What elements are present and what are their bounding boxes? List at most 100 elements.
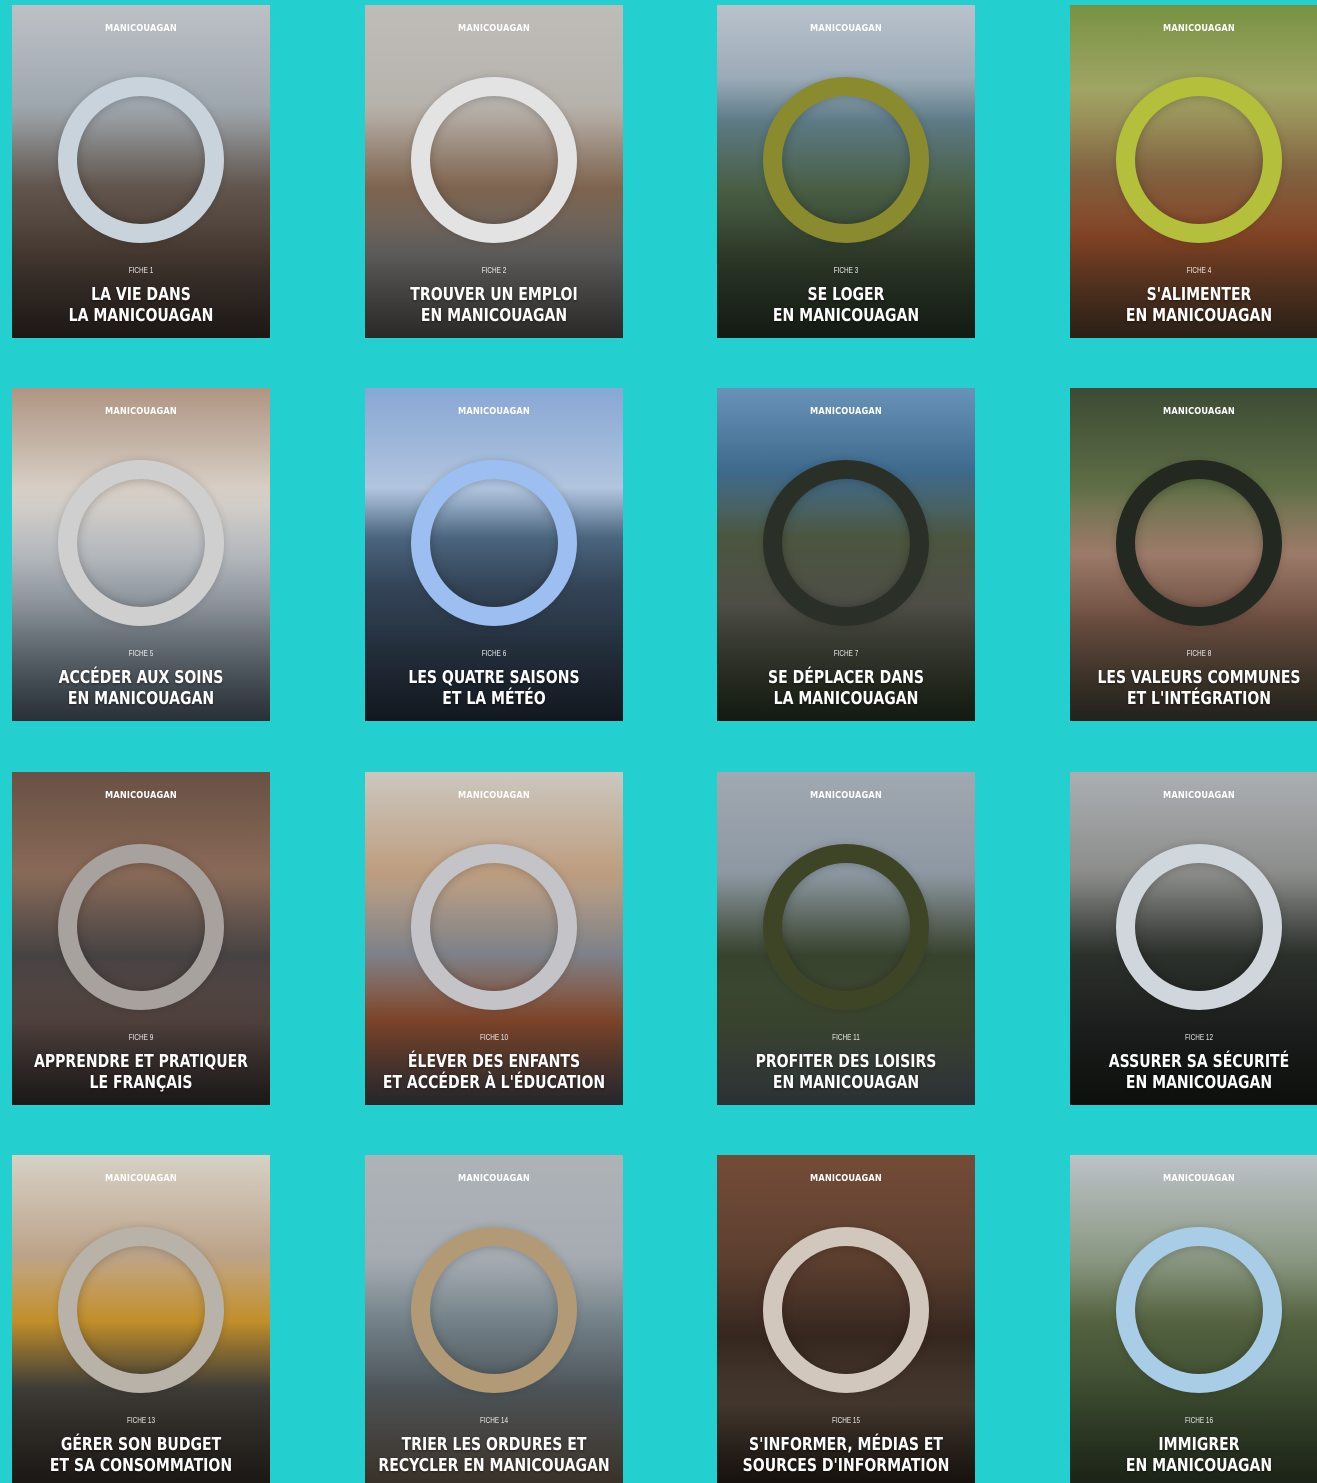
fiche-number: FICHE 12 <box>1184 1033 1214 1042</box>
card-title-line-2: ET ACCÉDER À L'ÉDUCATION <box>382 1072 606 1093</box>
card-title-line-1: SE LOGER <box>807 284 885 305</box>
brand-logo: MANICOUAGAN <box>105 23 177 34</box>
card-title: S'INFORMER, MÉDIAS ET SOURCES D'INFORMATI… <box>730 1434 962 1476</box>
guide-card[interactable]: MANICOUAGAN FICHE 11 PROFITER DES LOISIRS E… <box>717 772 975 1105</box>
fiche-number: FICHE 2 <box>481 266 507 275</box>
card-title-line-2: EN MANICOUAGAN <box>772 305 920 326</box>
circle-ring-icon <box>1116 460 1282 626</box>
guide-card[interactable]: MANICOUAGAN FICHE 13 GÉRER SON BUDGET ET SA… <box>12 1155 270 1483</box>
guide-card[interactable]: MANICOUAGAN FICHE 4 S'ALIMENTER EN MANICOUA… <box>1070 5 1317 338</box>
card-title: SE DÉPLACER DANS LA MANICOUAGAN <box>730 667 962 709</box>
guide-card[interactable]: MANICOUAGAN FICHE 14 TRIER LES ORDURES ET R… <box>365 1155 623 1483</box>
fiche-number: FICHE 14 <box>479 1416 509 1425</box>
fiche-number: FICHE 4 <box>1186 266 1212 275</box>
brand-logo: MANICOUAGAN <box>1163 790 1235 801</box>
circle-ring-icon <box>763 77 929 243</box>
card-title-line-1: GÉRER SON BUDGET <box>60 1434 222 1455</box>
card-title: ACCÉDER AUX SOINS EN MANICOUAGAN <box>25 667 257 709</box>
fiche-number: FICHE 1 <box>128 266 154 275</box>
card-title-line-1: LES VALEURS COMMUNES <box>1097 667 1301 688</box>
circle-ring-icon <box>763 460 929 626</box>
card-title-line-1: ÉLEVER DES ENFANTS <box>407 1051 581 1072</box>
card-title: ASSURER SA SÉCURITÉ EN MANICOUAGAN <box>1083 1051 1315 1093</box>
card-title-line-1: S'INFORMER, MÉDIAS ET <box>748 1434 944 1455</box>
guide-card[interactable]: MANICOUAGAN FICHE 6 LES QUATRE SAISONS ET L… <box>365 388 623 721</box>
fiche-number: FICHE 3 <box>833 266 859 275</box>
guide-card[interactable]: MANICOUAGAN FICHE 5 ACCÉDER AUX SOINS EN MA… <box>12 388 270 721</box>
card-title-line-2: EN MANICOUAGAN <box>772 1072 920 1093</box>
brand-logo: MANICOUAGAN <box>810 790 882 801</box>
guide-card[interactable]: MANICOUAGAN FICHE 3 SE LOGER EN MANICOUAGAN <box>717 5 975 338</box>
brand-logo: MANICOUAGAN <box>458 406 530 417</box>
card-title-line-2: EN MANICOUAGAN <box>1125 305 1273 326</box>
fiche-number: FICHE 8 <box>1186 649 1212 658</box>
fiche-number: FICHE 5 <box>128 649 154 658</box>
card-title: APPRENDRE ET PRATIQUER LE FRANÇAIS <box>25 1051 257 1093</box>
circle-ring-icon <box>411 460 577 626</box>
card-title-line-1: LES QUATRE SAISONS <box>408 667 580 688</box>
guide-card[interactable]: MANICOUAGAN FICHE 1 LA VIE DANS LA MANICOUA… <box>12 5 270 338</box>
card-title-line-2: EN MANICOUAGAN <box>67 688 215 709</box>
circle-ring-icon <box>763 844 929 1010</box>
fiche-number: FICHE 16 <box>1184 1416 1214 1425</box>
circle-ring-icon <box>1116 844 1282 1010</box>
card-title: GÉRER SON BUDGET ET SA CONSOMMATION <box>25 1434 257 1476</box>
circle-ring-icon <box>58 77 224 243</box>
fiche-number: FICHE 9 <box>128 1033 154 1042</box>
card-title-line-2: LE FRANÇAIS <box>89 1072 193 1093</box>
guide-cards-grid: MANICOUAGAN FICHE 1 LA VIE DANS LA MANICOUA… <box>0 0 1317 1483</box>
fiche-number: FICHE 13 <box>126 1416 156 1425</box>
card-title-line-2: SOURCES D'INFORMATION <box>742 1455 950 1476</box>
guide-card[interactable]: MANICOUAGAN FICHE 7 SE DÉPLACER DANS LA MAN… <box>717 388 975 721</box>
circle-ring-icon <box>1116 77 1282 243</box>
circle-ring-icon <box>1116 1227 1282 1393</box>
fiche-number: FICHE 6 <box>481 649 507 658</box>
fiche-number: FICHE 15 <box>831 1416 861 1425</box>
card-title: IMMIGRER EN MANICOUAGAN <box>1083 1434 1315 1476</box>
fiche-number: FICHE 10 <box>479 1033 509 1042</box>
circle-ring-icon <box>411 844 577 1010</box>
card-title: TRIER LES ORDURES ET RECYCLER EN MANICOUA… <box>378 1434 610 1476</box>
brand-logo: MANICOUAGAN <box>1163 406 1235 417</box>
brand-logo: MANICOUAGAN <box>458 790 530 801</box>
circle-ring-icon <box>763 1227 929 1393</box>
card-title-line-1: TRIER LES ORDURES ET <box>401 1434 587 1455</box>
card-title-line-1: IMMIGRER <box>1158 1434 1240 1455</box>
card-title-line-2: EN MANICOUAGAN <box>1125 1455 1273 1476</box>
card-title-line-2: ET LA MÉTÉO <box>442 688 546 709</box>
guide-card[interactable]: MANICOUAGAN FICHE 16 IMMIGRER EN MANICOUAGA… <box>1070 1155 1317 1483</box>
guide-card[interactable]: MANICOUAGAN FICHE 15 S'INFORMER, MÉDIAS ET… <box>717 1155 975 1483</box>
card-title-line-1: PROFITER DES LOISIRS <box>755 1051 937 1072</box>
guide-card[interactable]: MANICOUAGAN FICHE 12 ASSURER SA SÉCURITÉ EN… <box>1070 772 1317 1105</box>
guide-card[interactable]: MANICOUAGAN FICHE 10 ÉLEVER DES ENFANTS ET … <box>365 772 623 1105</box>
card-title-line-1: APPRENDRE ET PRATIQUER <box>33 1051 249 1072</box>
card-title-line-2: ET L'INTÉGRATION <box>1126 688 1272 709</box>
card-title: LA VIE DANS LA MANICOUAGAN <box>25 284 257 326</box>
brand-logo: MANICOUAGAN <box>810 406 882 417</box>
guide-card[interactable]: MANICOUAGAN FICHE 9 APPRENDRE ET PRATIQUER… <box>12 772 270 1105</box>
circle-ring-icon <box>58 1227 224 1393</box>
card-title: TROUVER UN EMPLOI EN MANICOUAGAN <box>378 284 610 326</box>
card-title-line-1: S'ALIMENTER <box>1146 284 1252 305</box>
card-title-line-2: ET SA CONSOMMATION <box>49 1455 233 1476</box>
brand-logo: MANICOUAGAN <box>810 1173 882 1184</box>
brand-logo: MANICOUAGAN <box>1163 1173 1235 1184</box>
card-title: PROFITER DES LOISIRS EN MANICOUAGAN <box>730 1051 962 1093</box>
brand-logo: MANICOUAGAN <box>1163 23 1235 34</box>
brand-logo: MANICOUAGAN <box>810 23 882 34</box>
card-title-line-1: LA VIE DANS <box>91 284 191 305</box>
guide-card[interactable]: MANICOUAGAN FICHE 2 TROUVER UN EMPLOI EN MA… <box>365 5 623 338</box>
card-title-line-2: RECYCLER EN MANICOUAGAN <box>378 1455 610 1476</box>
brand-logo: MANICOUAGAN <box>105 1173 177 1184</box>
card-title: SE LOGER EN MANICOUAGAN <box>730 284 962 326</box>
card-title-line-1: ASSURER SA SÉCURITÉ <box>1108 1051 1290 1072</box>
card-title-line-1: SE DÉPLACER DANS <box>768 667 924 688</box>
brand-logo: MANICOUAGAN <box>105 790 177 801</box>
guide-card[interactable]: MANICOUAGAN FICHE 8 LES VALEURS COMMUNES ET… <box>1070 388 1317 721</box>
circle-ring-icon <box>411 77 577 243</box>
card-title-line-1: ACCÉDER AUX SOINS <box>58 667 224 688</box>
fiche-number: FICHE 11 <box>832 1033 860 1042</box>
card-title: LES VALEURS COMMUNES ET L'INTÉGRATION <box>1083 667 1315 709</box>
circle-ring-icon <box>58 460 224 626</box>
card-title: S'ALIMENTER EN MANICOUAGAN <box>1083 284 1315 326</box>
